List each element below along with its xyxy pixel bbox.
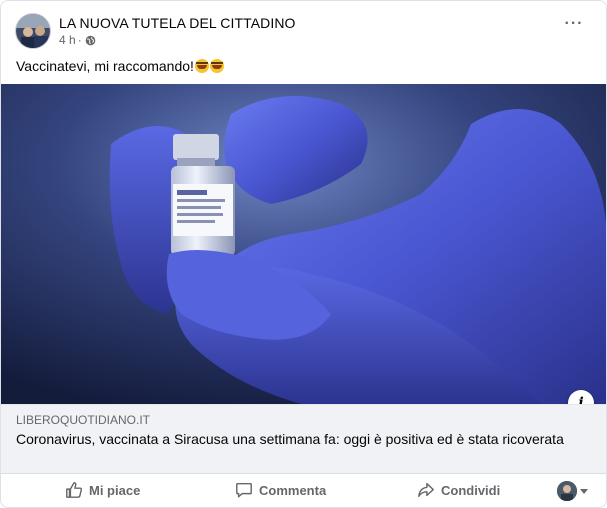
more-horizontal-icon[interactable]: ··· <box>564 16 584 33</box>
link-domain: LIBEROQUOTIDIANO.IT <box>16 413 151 427</box>
share-label: Condividi <box>441 482 501 498</box>
like-button[interactable]: Mi piace <box>65 473 140 507</box>
comment-label: Commenta <box>259 482 327 498</box>
viewer-avatar <box>557 481 577 501</box>
action-bar: Mi piace Commenta Condividi <box>1 473 606 507</box>
like-label: Mi piace <box>89 482 141 498</box>
rolling-on-floor-laughing-emoji <box>194 59 209 73</box>
comment-button[interactable]: Commenta <box>235 473 326 507</box>
link-image[interactable]: i <box>1 84 606 404</box>
globe-icon <box>85 35 96 46</box>
vaccine-vial-photo <box>1 84 606 404</box>
chevron-down-icon <box>580 488 588 494</box>
post-text: Vaccinatevi, mi raccomando! <box>16 58 224 74</box>
comment-icon <box>236 482 252 498</box>
share-button[interactable]: Condividi <box>417 473 500 507</box>
meta-separator: · <box>77 33 82 47</box>
link-title[interactable]: Coronavirus, vaccinata a Siracusa una se… <box>16 430 576 448</box>
share-icon <box>418 482 434 498</box>
rolling-on-floor-laughing-emoji <box>209 59 224 73</box>
post-card: LA NUOVA TUTELA DEL CITTADINO 4 h · ··· … <box>0 0 607 508</box>
post-meta: 4 h · <box>59 33 96 47</box>
post-header: LA NUOVA TUTELA DEL CITTADINO 4 h · ··· <box>15 13 592 53</box>
page-name[interactable]: LA NUOVA TUTELA DEL CITTADINO <box>59 15 296 31</box>
post-time[interactable]: 4 h <box>59 33 76 47</box>
reaction-as-selector[interactable] <box>557 481 588 501</box>
thumbs-up-icon <box>66 482 83 498</box>
post-message: Vaccinatevi, mi raccomando! <box>16 58 194 74</box>
link-preview[interactable]: LIBEROQUOTIDIANO.IT Coronavirus, vaccina… <box>1 404 606 474</box>
page-avatar[interactable] <box>15 13 51 49</box>
